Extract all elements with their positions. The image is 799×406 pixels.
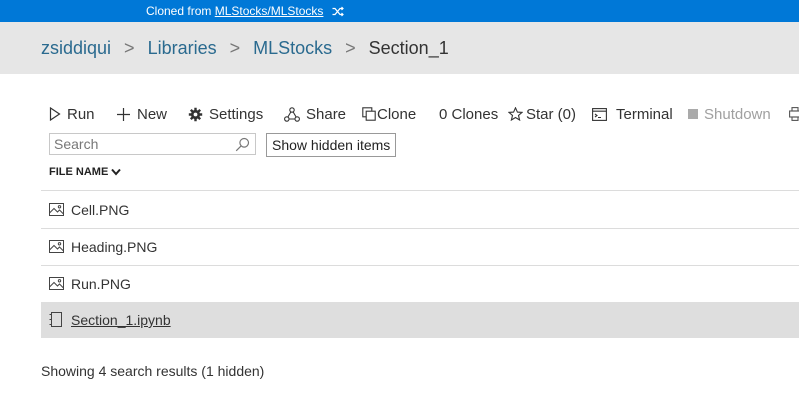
file-row-selected[interactable]: Section_1.ipynb [41,302,799,338]
chevron-down-icon [111,168,122,176]
source-project-link[interactable]: MLStocks/MLStocks [215,4,324,18]
breadcrumb-user[interactable]: zsiddiqui [41,38,111,58]
breadcrumb-project[interactable]: MLStocks [253,38,332,58]
shutdown-button[interactable]: Shutdown [688,103,771,125]
star-icon [508,107,523,121]
show-hidden-items-button[interactable]: Show hidden items [266,133,397,157]
settings-label: Settings [209,105,264,123]
play-icon [49,107,61,121]
banner-prefix: Cloned from [146,4,212,18]
clones-label: 0 Clones [439,105,499,123]
file-name[interactable]: Section_1.ipynb [71,312,171,328]
shutdown-label: Shutdown [704,105,771,123]
file-row[interactable]: Heading.PNG [41,229,799,265]
breadcrumb-current: Section_1 [368,38,449,58]
gear-icon [188,107,203,121]
clones-count-button[interactable]: 0 Clones [439,103,498,125]
image-file-icon [49,203,64,221]
file-row[interactable]: Run.PNG [41,266,799,302]
terminal-label: Terminal [616,105,673,123]
breadcrumb-separator: > [345,38,356,58]
notebook-file-icon [49,312,62,332]
star-button[interactable]: Star (0) [508,103,576,125]
search-results-status: Showing 4 search results (1 hidden) [41,363,265,379]
plus-icon [117,107,130,121]
share-label: Share [306,105,347,123]
copy-icon [362,107,376,121]
star-label: Star (0) [526,105,577,123]
settings-button[interactable]: Settings [188,103,263,125]
breadcrumb-bar: zsiddiqui > Libraries > MLStocks > Section_1 [0,22,799,74]
terminal-icon [592,107,607,121]
shuffle-icon [332,6,344,20]
file-name-header-label: FILE NAME [49,166,109,178]
clone-button[interactable]: Clone [362,103,416,125]
file-name[interactable]: Cell.PNG [71,202,129,218]
breadcrumb: zsiddiqui > Libraries > MLStocks > Section_1 [41,38,449,59]
file-row[interactable]: Cell.PNG [41,192,799,228]
clone-label: Clone [377,105,417,123]
terminal-button[interactable]: Terminal [592,103,673,125]
image-file-icon [49,240,64,258]
search-box [49,133,256,155]
breadcrumb-separator: > [124,38,135,58]
breadcrumb-separator: > [229,38,241,58]
share-button[interactable]: Share [284,103,346,125]
new-label: New [137,105,168,123]
file-name[interactable]: Run.PNG [71,276,131,292]
run-label: Run [67,105,95,123]
file-name-column-header[interactable]: FILE NAME [49,166,122,178]
toolbar: Run New Settings Share Clone 0 Clones St… [0,103,799,125]
stop-icon [688,109,698,119]
image-file-icon [49,277,64,295]
banner-text: Cloned from MLStocks/MLStocks [146,4,344,20]
new-button[interactable]: New [116,103,167,125]
file-name[interactable]: Heading.PNG [71,239,157,255]
search-icon[interactable] [235,137,250,157]
search-input[interactable] [54,135,230,153]
divider [41,190,799,191]
share-icon [284,106,300,122]
more-toolbar-icon[interactable] [789,103,799,125]
run-button[interactable]: Run [49,103,95,125]
clone-banner: Cloned from MLStocks/MLStocks [0,0,799,22]
breadcrumb-libraries[interactable]: Libraries [148,38,217,58]
